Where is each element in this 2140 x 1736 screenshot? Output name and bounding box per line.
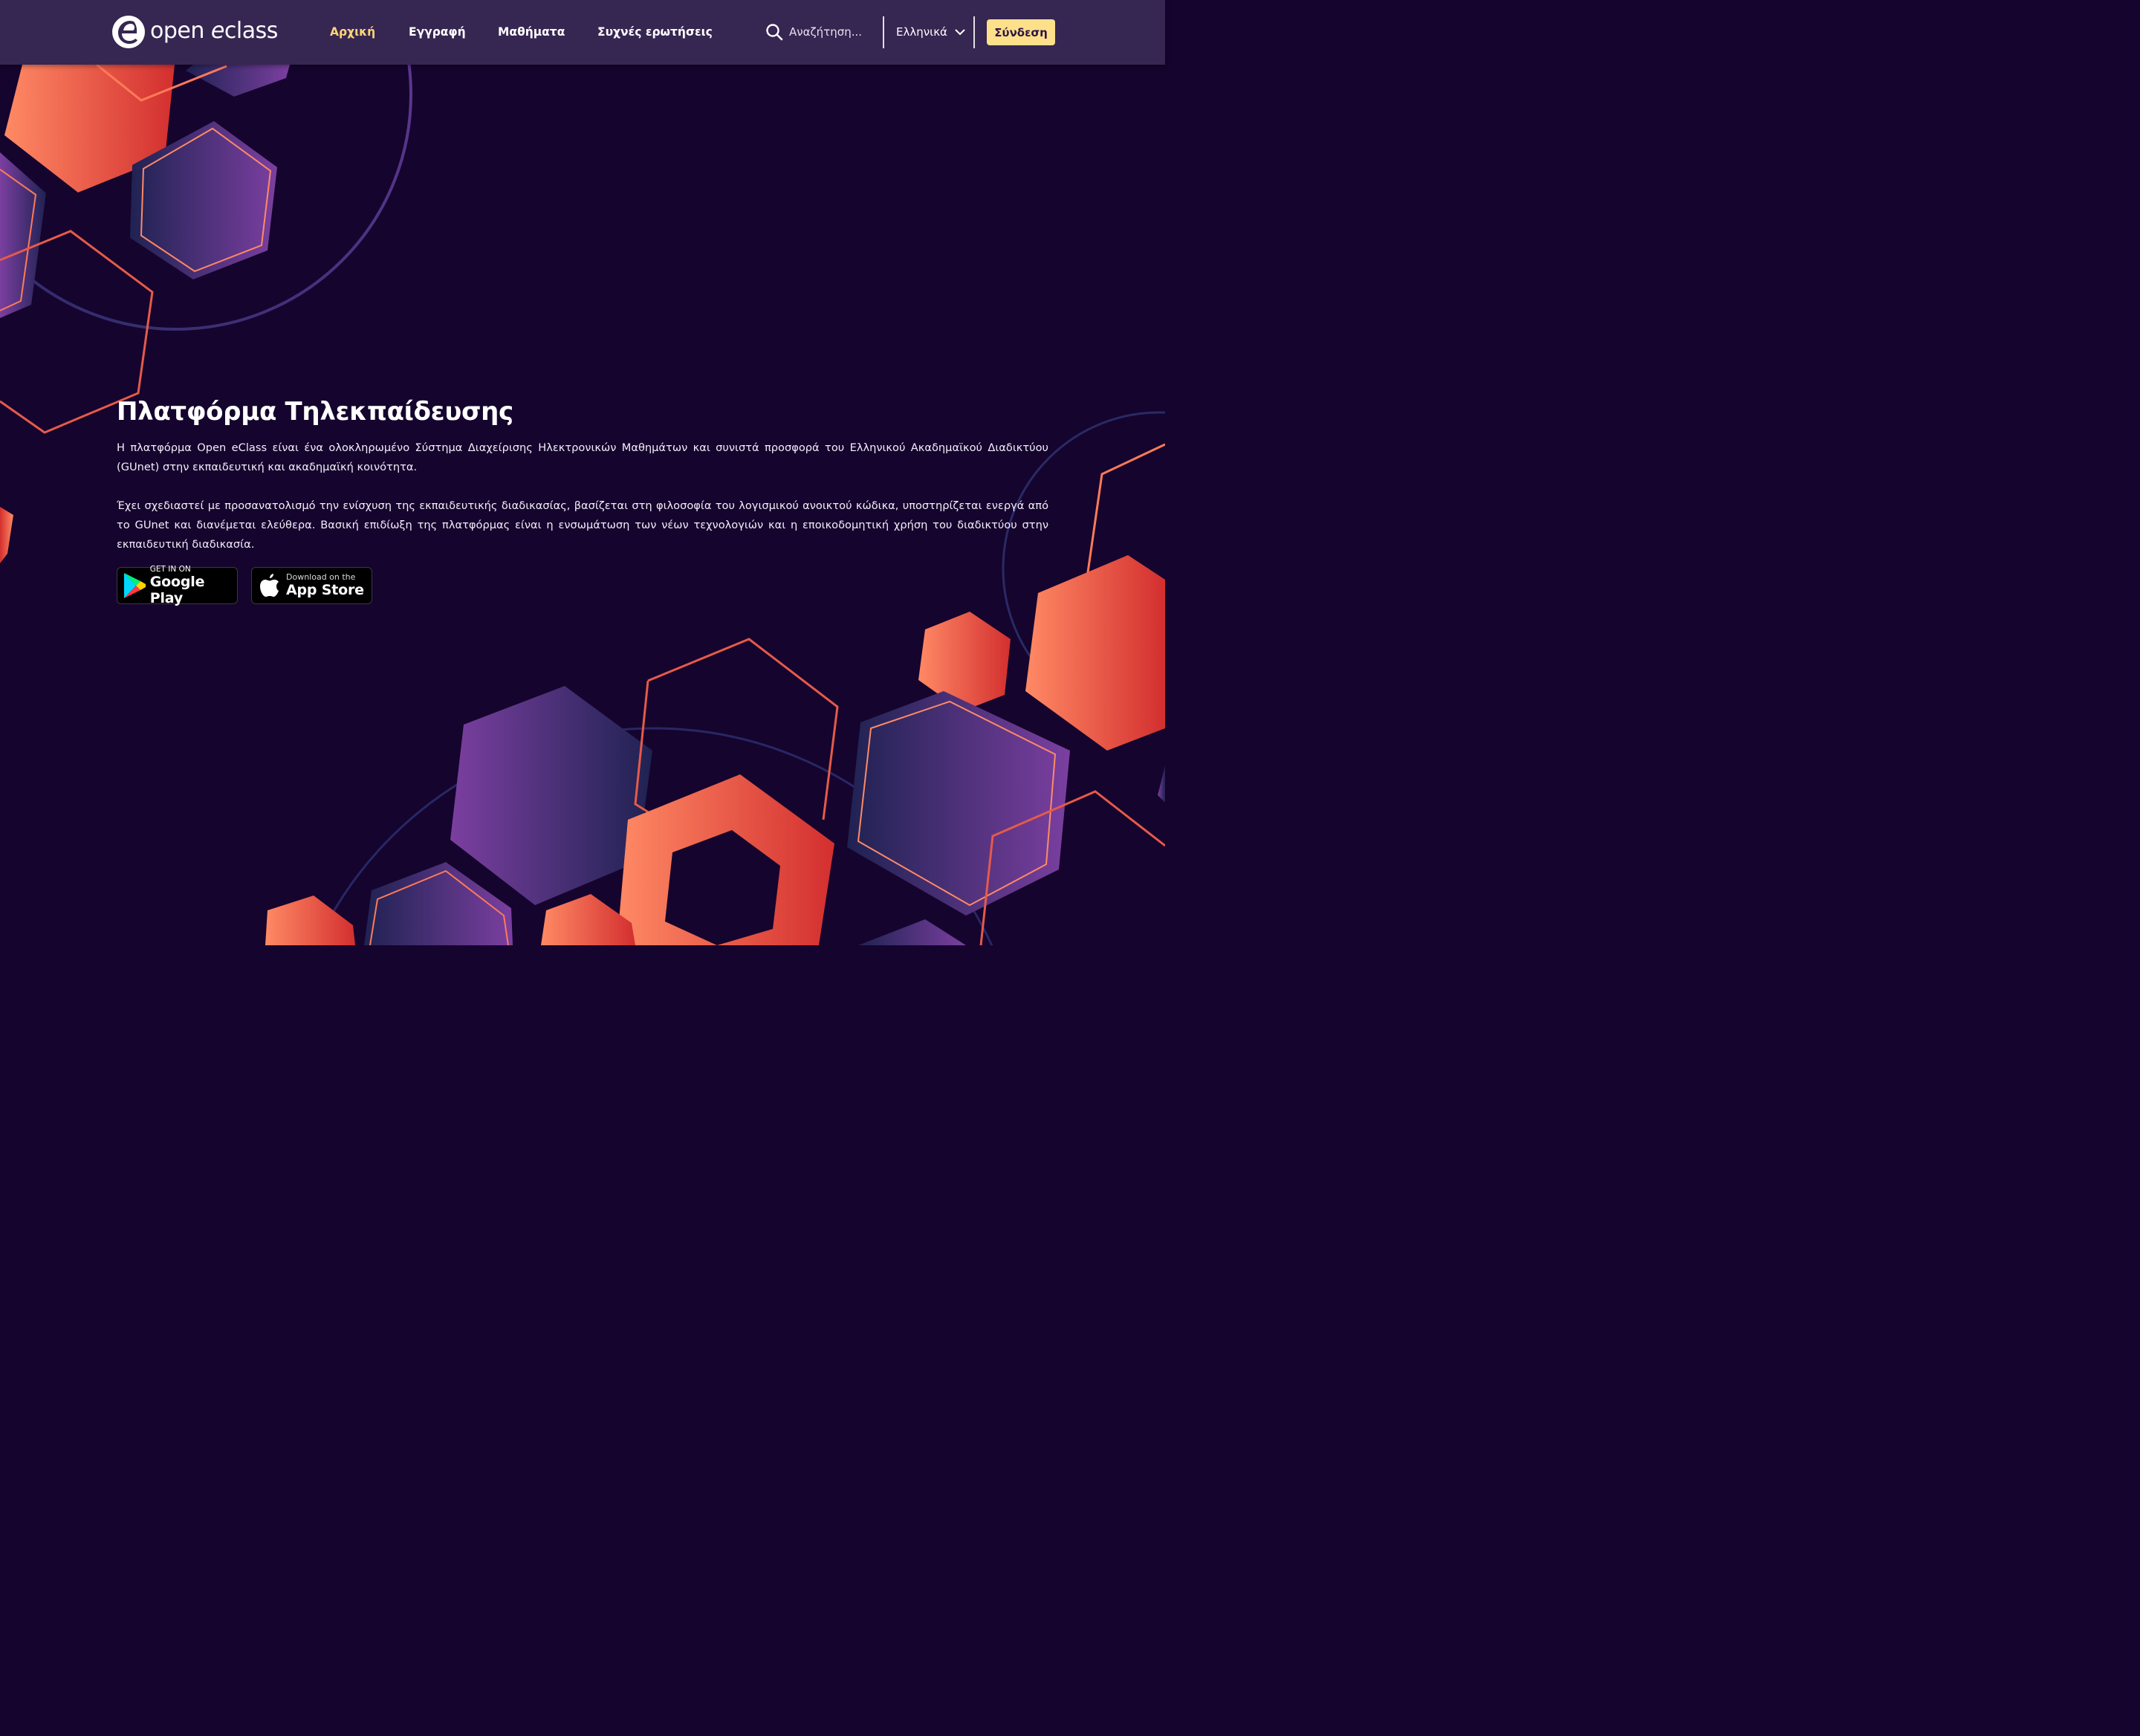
nav-home[interactable]: Αρχική bbox=[330, 25, 375, 39]
search-icon[interactable] bbox=[765, 23, 783, 41]
google-play-big-text: Google Play bbox=[149, 574, 205, 606]
chevron-down-icon bbox=[955, 28, 965, 35]
language-selector[interactable]: Ελληνικά bbox=[896, 25, 965, 39]
page-title: Πλατφόρμα Τηλεκπαίδευσης bbox=[117, 397, 513, 427]
hero-section: Πλατφόρμα Τηλεκπαίδευσης Η πλατφόρμα Ope… bbox=[117, 395, 1048, 554]
google-play-badge[interactable]: GET IN ON Google Play bbox=[117, 565, 238, 606]
header-divider bbox=[883, 16, 884, 48]
search-input[interactable] bbox=[789, 25, 875, 39]
app-store-big-text: App Store bbox=[286, 582, 364, 598]
nav-courses[interactable]: Μαθήματα bbox=[498, 25, 565, 39]
nav-faq[interactable]: Συχνές ερωτήσεις bbox=[597, 25, 713, 39]
description-paragraph: Έχει σχεδιαστεί με προσανατολισμό την εν… bbox=[117, 499, 1048, 551]
app-store-badges: GET IN ON Google Play Download on the Ap… bbox=[117, 565, 386, 606]
header-divider bbox=[973, 16, 975, 48]
nav-register[interactable]: Εγγραφή bbox=[409, 25, 466, 39]
search-box bbox=[765, 23, 875, 41]
open-eclass-logo[interactable]: open eclass bbox=[111, 15, 278, 49]
eclass-logo-icon bbox=[112, 16, 145, 48]
logo-wordmark: open eclass bbox=[150, 17, 278, 44]
apple-icon bbox=[260, 574, 279, 597]
top-navbar: open eclass Αρχική Εγγραφή Μαθήματα Συχν… bbox=[0, 0, 1165, 65]
language-label: Ελληνικά bbox=[896, 25, 947, 39]
login-button[interactable]: Σύνδεση bbox=[987, 19, 1055, 45]
google-play-icon bbox=[123, 573, 146, 598]
app-store-badge[interactable]: Download on the App Store bbox=[251, 567, 372, 604]
app-store-small-text: Download on the bbox=[286, 572, 356, 582]
google-play-small-text: GET IN ON bbox=[149, 565, 191, 574]
intro-paragraph: Η πλατφόρμα Open eClass είναι ένα ολοκλη… bbox=[117, 441, 1048, 473]
